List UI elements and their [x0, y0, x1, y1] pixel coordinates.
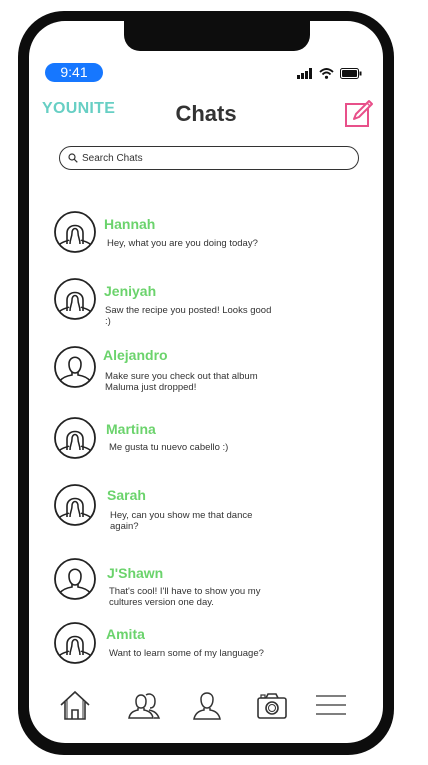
chat-name: Hannah	[104, 216, 156, 232]
search-icon	[68, 153, 78, 163]
chat-preview: Me gusta tu nuevo cabello :)	[109, 442, 229, 453]
chat-preview: That's cool! I'll have to show you my cu…	[109, 586, 261, 608]
chat-preview: Saw the recipe you posted! Looks good :)	[105, 305, 272, 327]
chat-item-sarah[interactable]: Sarah Hey, can you show me that dance ag…	[29, 478, 383, 540]
chat-item-jshawn[interactable]: J'Shawn That's cool! I'll have to show y…	[29, 556, 383, 618]
camera-icon	[257, 693, 287, 719]
signal-icon	[297, 67, 312, 79]
notch	[124, 21, 310, 51]
wifi-icon	[319, 67, 334, 79]
friends-icon	[128, 693, 161, 719]
chat-item-jeniyah[interactable]: Jeniyah Saw the recipe you posted! Looks…	[29, 273, 383, 335]
menu-icon	[316, 695, 346, 715]
avatar-icon	[54, 622, 96, 664]
phone-frame: 9:41 YOUNITE Chats Search Chats Hannah H…	[18, 11, 394, 755]
avatar-icon	[54, 346, 96, 388]
compose-icon	[345, 100, 373, 127]
chat-item-martina[interactable]: Martina Me gusta tu nuevo cabello :)	[29, 411, 383, 473]
chat-item-hannah[interactable]: Hannah Hey, what you are you doing today…	[29, 206, 383, 268]
chat-item-alejandro[interactable]: Alejandro Make sure you check out that a…	[29, 341, 383, 403]
home-icon	[60, 690, 90, 720]
chat-item-amita[interactable]: Amita Want to learn some of my language?	[29, 618, 383, 680]
status-icons	[297, 66, 362, 80]
chat-name: Sarah	[107, 487, 146, 503]
avatar-icon	[54, 211, 96, 253]
chat-name: Alejandro	[103, 347, 168, 363]
chat-name: J'Shawn	[107, 565, 164, 581]
chat-preview: Make sure you check out that album Malum…	[105, 371, 258, 393]
tab-camera[interactable]	[256, 689, 288, 726]
avatar-icon	[54, 484, 96, 526]
chat-preview: Hey, can you show me that dance again?	[110, 510, 253, 532]
tab-friends[interactable]	[127, 689, 161, 726]
chat-preview: Want to learn some of my language?	[109, 648, 264, 659]
screen: 9:41 YOUNITE Chats Search Chats Hannah H…	[29, 21, 383, 743]
compose-button[interactable]	[344, 99, 374, 134]
chat-name: Jeniyah	[104, 283, 157, 299]
tab-profile[interactable]	[192, 689, 222, 726]
avatar-icon	[54, 417, 96, 459]
page-title: Chats	[175, 101, 237, 126]
chat-name: Amita	[106, 626, 145, 642]
chat-name: Martina	[106, 421, 156, 437]
battery-icon	[340, 67, 362, 79]
tab-home[interactable]	[59, 689, 91, 726]
status-time: 9:41	[45, 63, 103, 82]
tab-menu[interactable]	[315, 689, 347, 726]
chat-preview: Hey, what you are you doing today?	[107, 238, 258, 249]
search-input[interactable]	[78, 152, 332, 164]
avatar-icon	[54, 558, 96, 600]
avatar-icon	[54, 278, 96, 320]
search-bar[interactable]	[59, 146, 359, 170]
profile-icon	[193, 692, 221, 720]
tab-bar	[29, 689, 383, 729]
